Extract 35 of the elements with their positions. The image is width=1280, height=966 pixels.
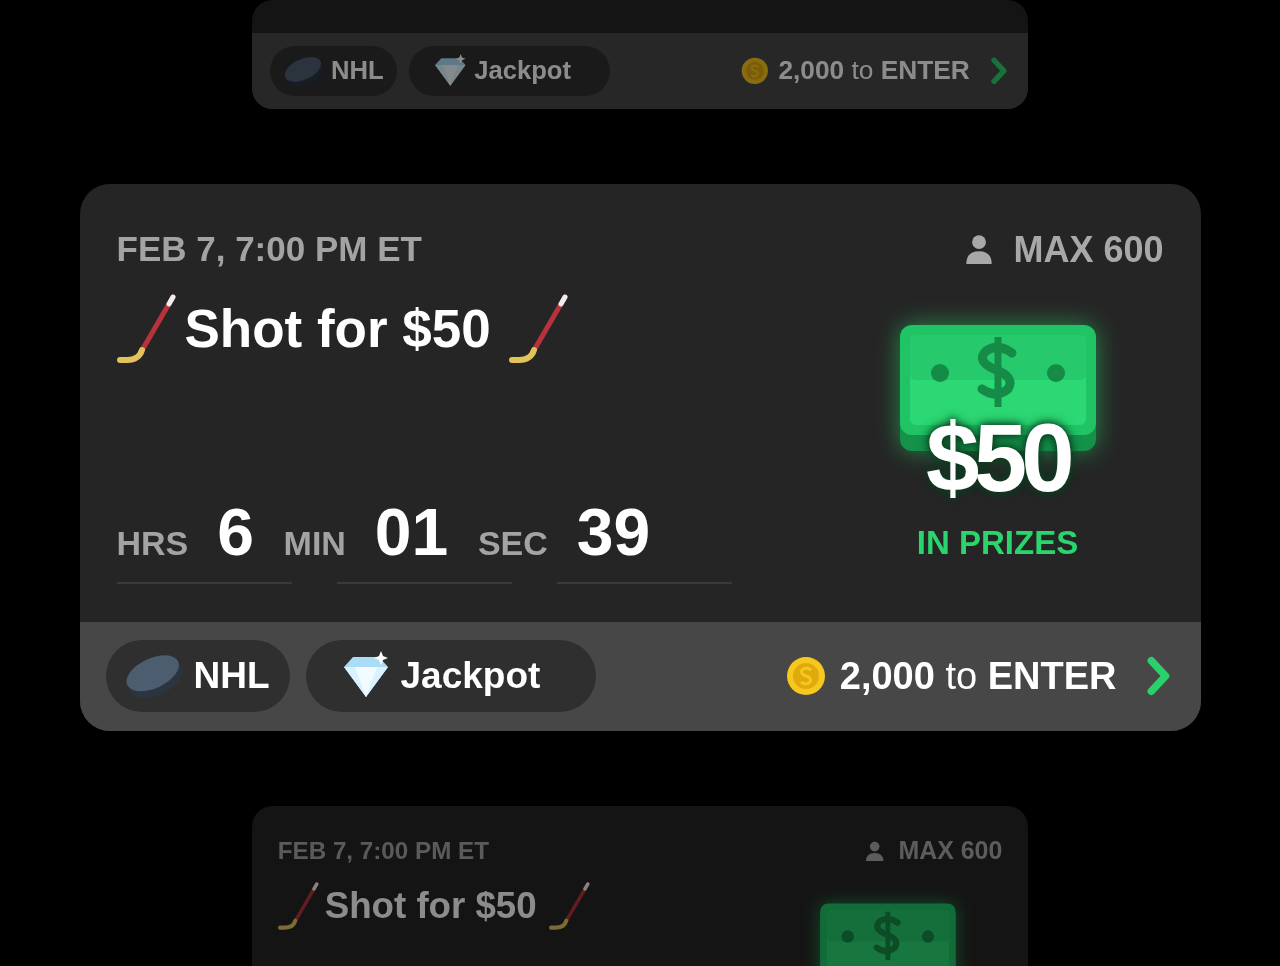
contest-title: Shot for $50 xyxy=(184,298,491,360)
hockey-stick-icon xyxy=(116,293,177,364)
countdown-unit: HRS xyxy=(116,523,189,563)
prize-amount: $50 xyxy=(926,409,1069,506)
tag-chip: NHL xyxy=(270,46,398,96)
entry-cost: 2,000 to ENTER xyxy=(778,55,970,87)
coin-icon xyxy=(741,57,769,85)
person-icon xyxy=(965,234,994,265)
tag-chip: Jackpot xyxy=(305,640,597,713)
max-entries: MAX 600 xyxy=(1013,227,1164,271)
hockey-stick-icon xyxy=(549,881,591,931)
hockey-stick-icon xyxy=(277,881,320,931)
contest-card[interactable]: FEB 7, 7:00 PM ET Shot for $50 MAX 600 xyxy=(252,805,1028,966)
cash-stack-icon xyxy=(817,901,958,966)
countdown-value: 6 xyxy=(217,493,254,570)
contest-title: Shot for $50 xyxy=(324,884,537,927)
chevron-right-icon[interactable] xyxy=(1146,656,1171,697)
countdown-value: 01 xyxy=(374,493,449,570)
person-icon xyxy=(865,840,885,862)
diamond-icon xyxy=(432,53,468,89)
tag-chip: NHL xyxy=(105,640,290,713)
countdown-unit: MIN xyxy=(283,523,346,563)
prize-caption: IN PRIZES xyxy=(916,523,1079,562)
tag-chip: Jackpot xyxy=(408,46,610,96)
contest-card[interactable]: NHL Jackpot 2,000 to ENTER xyxy=(252,0,1028,109)
countdown-value: 39 xyxy=(576,493,651,570)
date-time: FEB 7, 7:00 PM ET xyxy=(277,836,491,866)
max-entries: MAX 600 xyxy=(898,836,1003,866)
hockey-stick-icon xyxy=(509,293,570,364)
coin-icon xyxy=(785,656,826,697)
contest-card[interactable]: FEB 7, 7:00 PM ET Shot for $50 HRS 6 MIN 01 SEC 39 MAX 600 $50 IN PRIZES NHL Jackpot 2,000 to ENTER xyxy=(79,183,1201,731)
date-time: FEB 7, 7:00 PM ET xyxy=(116,227,423,270)
entry-cost: 2,000 to ENTER xyxy=(839,654,1117,698)
chevron-right-icon[interactable] xyxy=(990,57,1008,85)
countdown-unit: SEC xyxy=(477,523,548,563)
